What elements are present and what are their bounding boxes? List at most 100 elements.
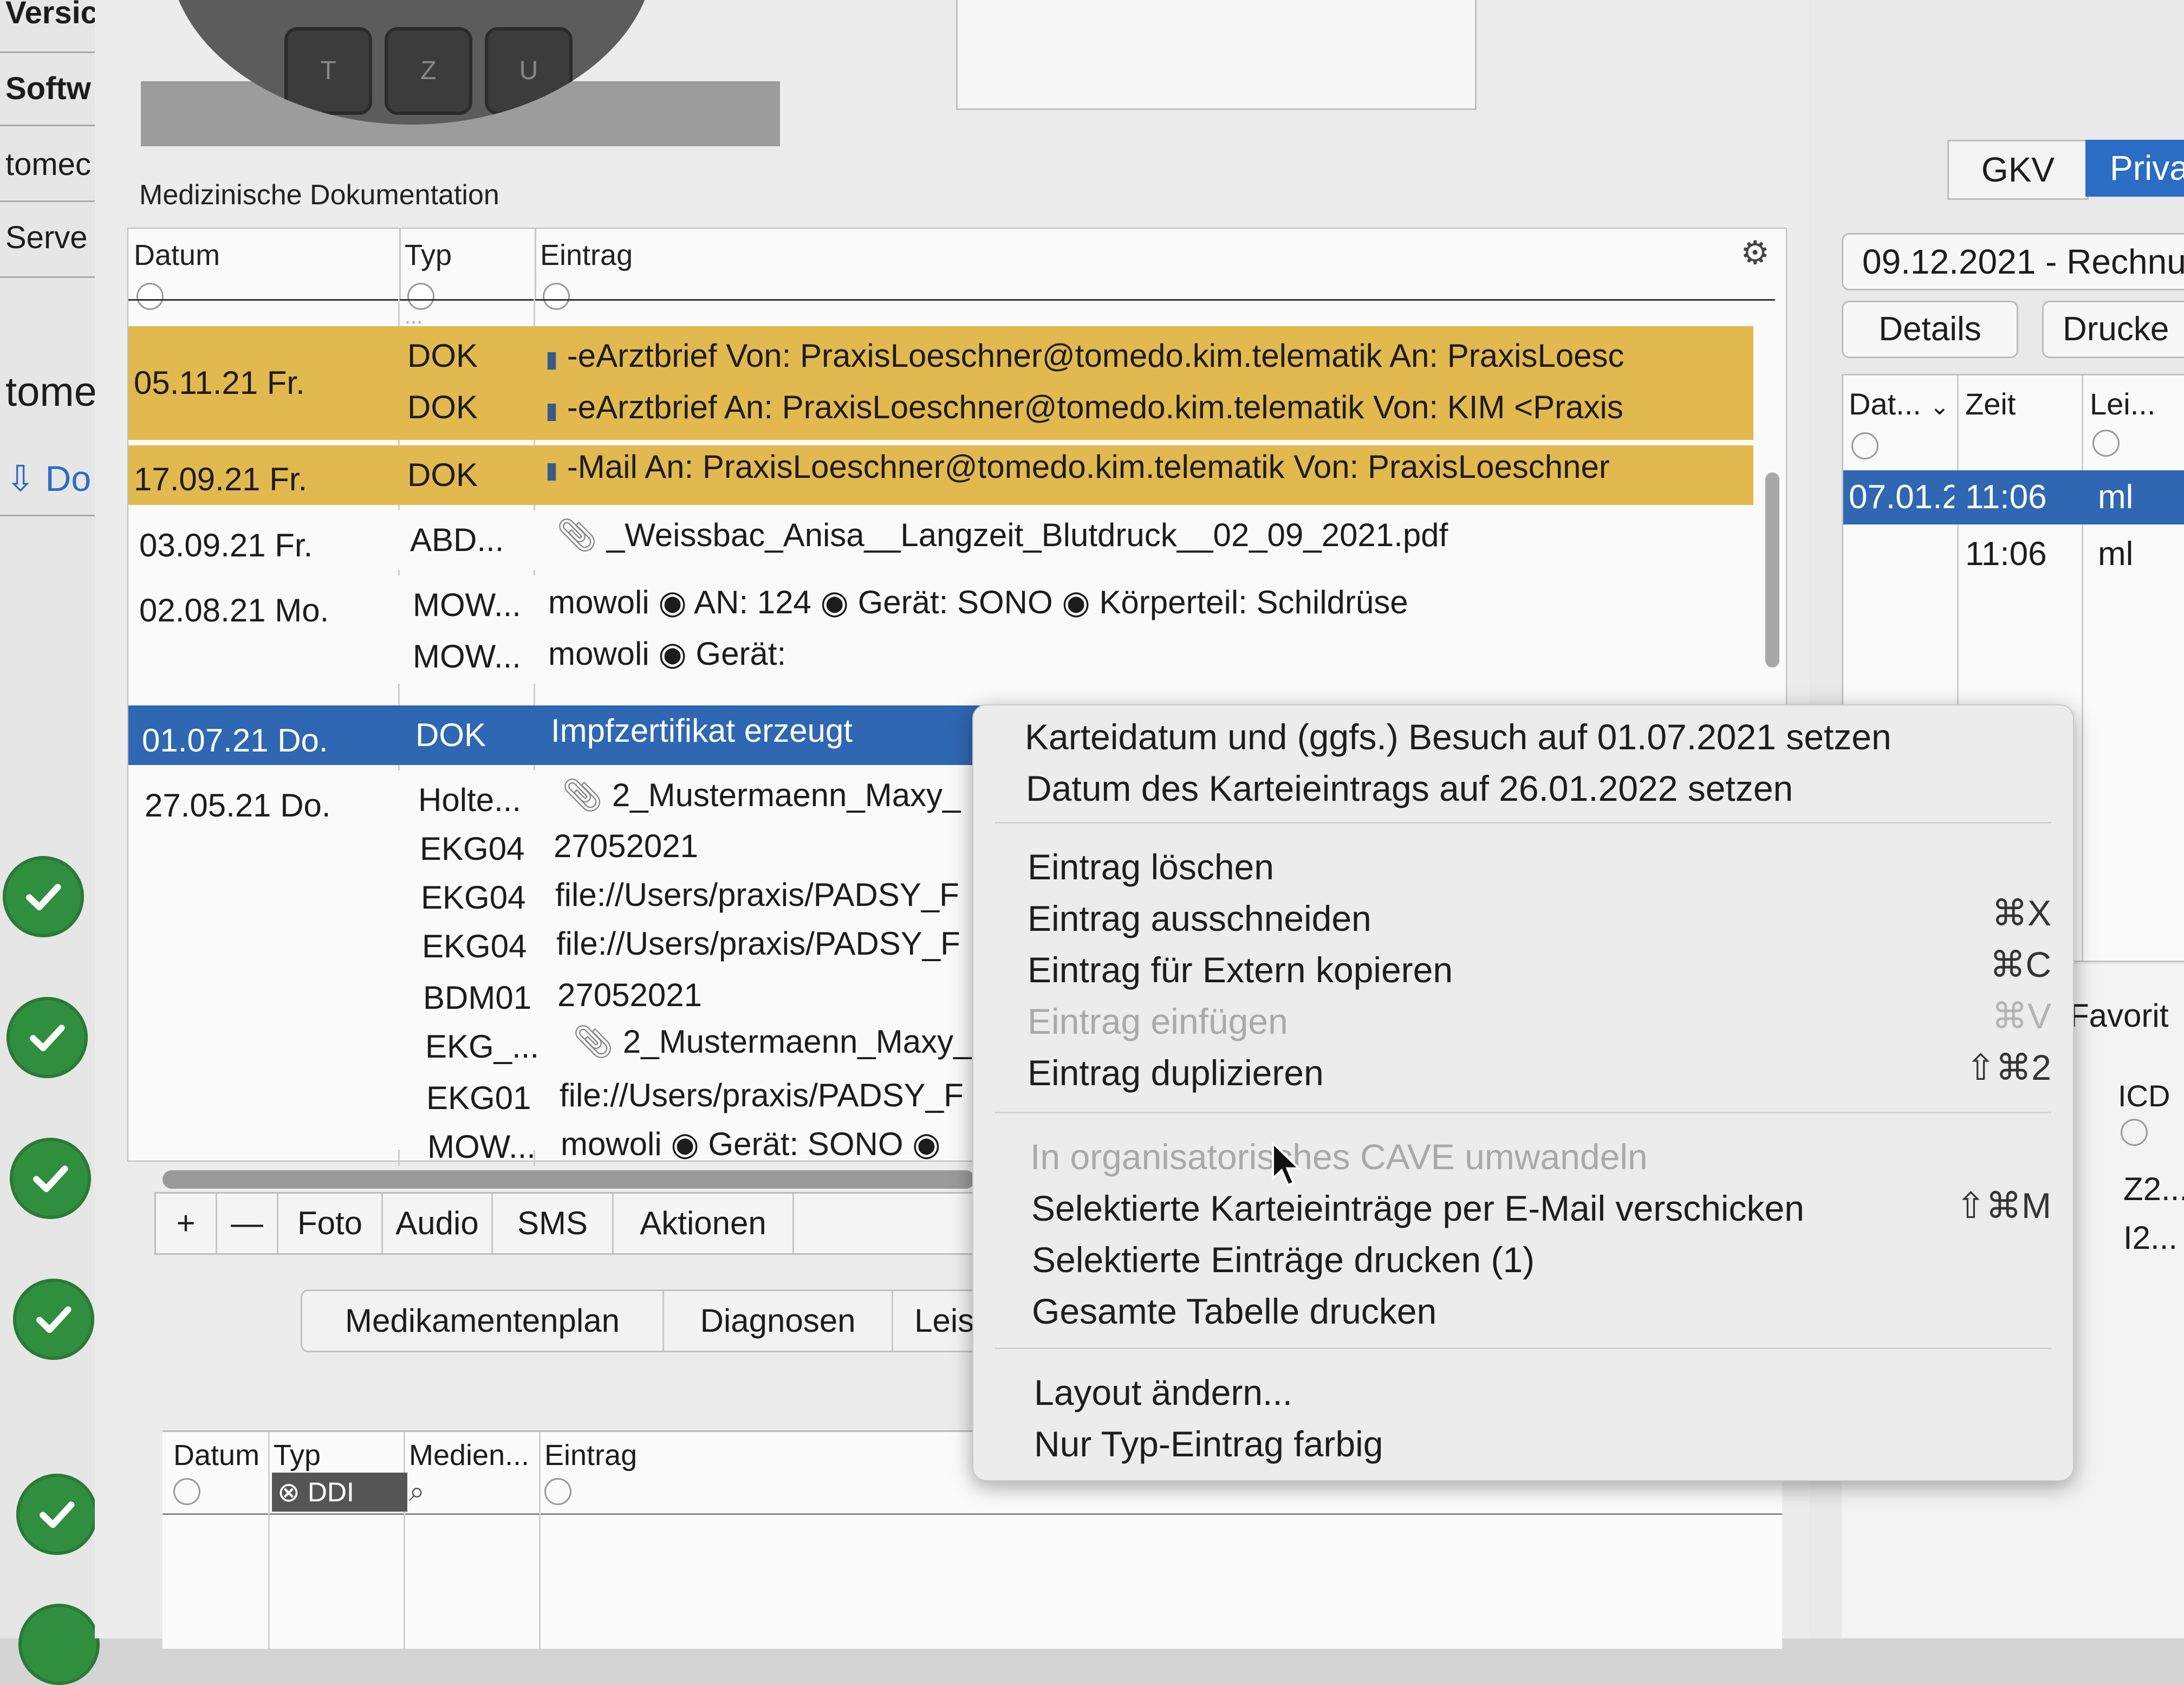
cell-eintrag: Impfzertifikat erzeugt: [551, 712, 853, 749]
cell-datum: 05.11.21 Fr.: [134, 365, 305, 401]
table-row[interactable]: 05.11.21 Fr. DOK ▮ -eArztbrief Von: Prax…: [128, 326, 1753, 440]
menu-item-delete-entry[interactable]: Eintrag löschen: [1028, 846, 1274, 887]
cell-datum: 01.07.21 Do.: [142, 722, 328, 759]
shortcut-copy: ⌘C: [1990, 944, 2051, 984]
cell-eintrag: file://Users/praxis/PADSY_F: [556, 925, 960, 962]
menu-item-email-entries[interactable]: Selektierte Karteieinträge per E-Mail ve…: [1031, 1188, 1804, 1229]
shortcut-paste: ⌘V: [1991, 996, 2051, 1036]
cell-typ: DOK: [407, 457, 478, 493]
audio-button[interactable]: Audio: [383, 1194, 493, 1253]
menu-item-cut-entry[interactable]: Eintrag ausschneiden: [1028, 898, 1372, 939]
details-button[interactable]: Details: [1842, 301, 2018, 358]
column-header-icd[interactable]: ICD: [2118, 1078, 2170, 1113]
invoice-select[interactable]: 09.12.2021 - Rechnu: [1842, 233, 2184, 290]
cell-zeit: 11:06: [1965, 535, 2047, 573]
cell-date: 07.01.2: [1849, 478, 1954, 516]
close-circle-icon[interactable]: ⊗: [277, 1477, 300, 1507]
sidebar-link-documents[interactable]: ⇩ Do: [5, 458, 95, 500]
print-button[interactable]: Drucke: [2042, 301, 2184, 358]
aktionen-button[interactable]: Aktionen: [614, 1194, 794, 1253]
column-header-date[interactable]: Dat... ⌄: [1849, 386, 1949, 422]
cell-eintrag: 27052021: [557, 977, 702, 1013]
sidebar-link-documents-label: Do: [45, 458, 92, 498]
column-header-typ[interactable]: Typ: [274, 1438, 321, 1472]
column-header-eintrag[interactable]: Eintrag: [540, 238, 633, 272]
cell-leistung: ml: [2098, 535, 2134, 573]
mouse-cursor-icon: [1272, 1140, 1302, 1187]
cell-typ: EKG_...: [425, 1028, 540, 1065]
column-line: [404, 1432, 405, 1649]
filter-radio-datum[interactable]: [136, 283, 164, 310]
add-entry-button[interactable]: +: [156, 1194, 217, 1253]
table-row-selected[interactable]: 07.01.2 11:06 ml: [1843, 470, 2184, 524]
menu-item-print-selected[interactable]: Selektierte Einträge drucken (1): [1032, 1239, 1535, 1280]
menu-item-copy-extern[interactable]: Eintrag für Extern kopieren: [1028, 949, 1453, 990]
paperclip-icon: 📎︎: [556, 517, 598, 553]
cell-typ: MOW...: [413, 638, 521, 675]
column-header-datum[interactable]: Datum: [173, 1438, 259, 1472]
table-row[interactable]: 11:06 ml: [1843, 527, 2184, 581]
table-row[interactable]: 17.09.21 Fr. DOK ▮ -Mail An: PraxisLoesc…: [128, 445, 1753, 505]
cell-datum: 02.08.21 Mo.: [139, 592, 329, 628]
menu-separator: [995, 822, 2051, 824]
column-header-typ[interactable]: Typ: [405, 238, 452, 272]
cell-typ: MOW...: [427, 1129, 536, 1165]
background-app-sidebar: Versic Softw tomec Serve tomec ⇩ Do: [0, 0, 100, 1685]
filter-radio[interactable]: [2092, 430, 2120, 457]
column-header-leistung[interactable]: Lei...: [2090, 386, 2155, 422]
remove-entry-button[interactable]: —: [217, 1194, 278, 1253]
chevron-down-icon: ⌄: [1929, 393, 1950, 420]
checkmark-icon: [18, 1604, 100, 1685]
filter-radio-eintrag[interactable]: [544, 1478, 571, 1505]
gear-icon[interactable]: ⚙: [1740, 234, 1770, 272]
foto-button[interactable]: Foto: [278, 1194, 383, 1253]
icd-cell[interactable]: I2...: [2123, 1219, 2178, 1256]
menu-item-duplicate-entry[interactable]: Eintrag duplizieren: [1028, 1052, 1324, 1093]
info-panel: [956, 0, 1477, 110]
menu-separator: [995, 1112, 2051, 1113]
icd-cell[interactable]: Z2...: [2123, 1170, 2184, 1208]
column-header-datum[interactable]: Datum: [134, 238, 220, 272]
segment-gkv[interactable]: GKV: [1947, 140, 2089, 200]
column-line: [539, 1432, 541, 1649]
cell-typ: DOK: [407, 338, 478, 374]
ddi-filter-badge[interactable]: ⊗ DDI: [272, 1473, 407, 1512]
column-header-medien[interactable]: Medien...: [409, 1438, 529, 1472]
menu-item-set-karteidatum[interactable]: Karteidatum und (ggfs.) Besuch auf 01.07…: [1025, 716, 1891, 757]
tab-medikamentenplan[interactable]: Medikamentenplan: [302, 1291, 664, 1351]
favorites-label[interactable]: Favorit: [2069, 997, 2168, 1034]
tab-diagnosen[interactable]: Diagnosen: [664, 1291, 893, 1351]
menu-item-print-table[interactable]: Gesamte Tabelle drucken: [1032, 1291, 1436, 1332]
menu-item-set-eintragsdatum[interactable]: Datum des Karteieintrags auf 26.01.2022 …: [1026, 768, 1793, 809]
table-row[interactable]: 02.08.21 Mo. MOW... mowoli ◉ AN: 124 ◉ G…: [128, 575, 1753, 684]
paperclip-icon: 📎︎: [562, 777, 603, 813]
checkmark-icon: [10, 1138, 91, 1219]
cell-eintrag: file://Users/praxis/PADSY_F: [560, 1077, 964, 1113]
horizontal-scrollbar[interactable]: [162, 1170, 975, 1189]
cell-typ: EKG04: [420, 831, 525, 867]
menu-item-type-colored[interactable]: Nur Typ-Eintrag farbig: [1034, 1423, 1383, 1464]
column-header-eintrag[interactable]: Eintrag: [544, 1438, 637, 1472]
filter-radio-eintrag[interactable]: [543, 283, 570, 310]
divider: [0, 276, 95, 278]
header-divider: [128, 299, 1775, 301]
shortcut-duplicate: ⇧⌘2: [1965, 1047, 2051, 1087]
filter-radio-datum[interactable]: [173, 1478, 200, 1505]
context-menu: Karteidatum und (ggfs.) Besuch auf 01.07…: [972, 704, 2074, 1481]
cell-typ: DOK: [407, 389, 478, 425]
column-header-zeit[interactable]: Zeit: [1965, 386, 2016, 422]
cell-eintrag: mowoli ◉ Gerät: SONO ◉: [561, 1126, 941, 1162]
column-line: [268, 1432, 270, 1649]
filter-radio[interactable]: [2121, 1119, 2148, 1146]
search-icon[interactable]: ⌕: [409, 1475, 425, 1508]
partial-row: ...: [405, 304, 423, 328]
table-row[interactable]: 03.09.21 Fr. ABD... 📎︎ _Weissbac_Anisa__…: [128, 510, 1753, 570]
sms-button[interactable]: SMS: [493, 1194, 614, 1253]
filter-radio[interactable]: [1851, 432, 1878, 459]
vertical-scrollbar[interactable]: [1765, 472, 1779, 667]
cell-typ: EKG04: [422, 928, 527, 964]
menu-item-paste-entry: Eintrag einfügen: [1028, 1001, 1288, 1041]
sidebar-label-server: Serve: [5, 220, 88, 255]
segment-privat[interactable]: Priva: [2085, 140, 2184, 197]
menu-item-change-layout[interactable]: Layout ändern...: [1034, 1372, 1292, 1413]
